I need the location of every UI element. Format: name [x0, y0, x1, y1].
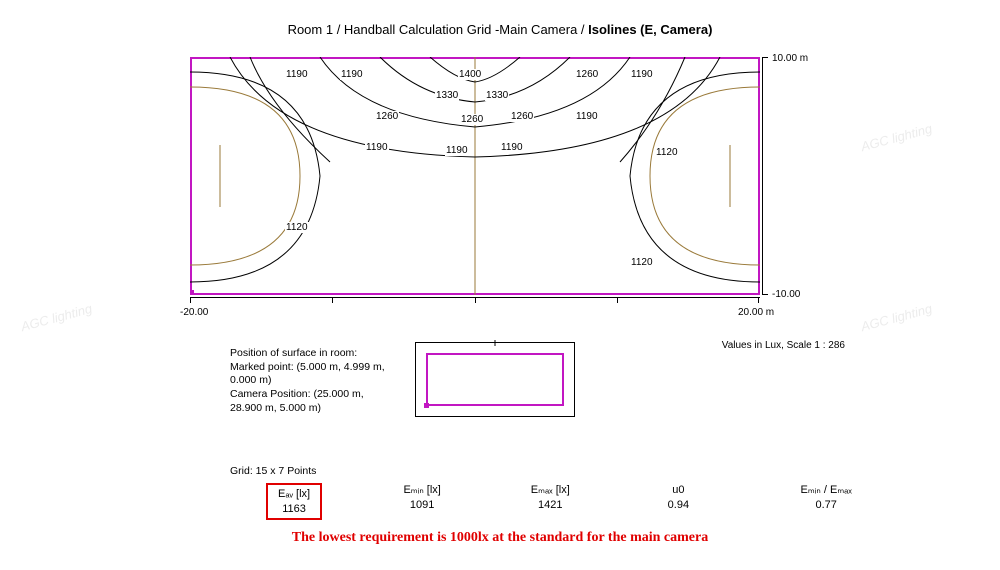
iso-value: 1260	[510, 111, 534, 122]
isoline-chart: 1190 1190 1400 1260 1190 1330 1330 1260 …	[180, 57, 820, 317]
mini-court-boundary	[426, 353, 564, 406]
iso-value: 1190	[500, 142, 524, 153]
summary-u0: u0 0.94	[614, 483, 742, 520]
iso-value: 1330	[435, 90, 459, 101]
y-axis-bottom-label: -10.00	[772, 289, 800, 300]
title-part2: Isolines (E, Camera)	[588, 22, 712, 37]
iso-value: 1190	[340, 69, 364, 80]
iso-value: 1190	[285, 69, 309, 80]
ratio-label: Eₘᵢₙ / Eₘₐₓ	[742, 483, 910, 497]
x-axis-left-label: -20.00	[180, 307, 208, 318]
u0-label: u0	[614, 483, 742, 497]
y-axis-line	[762, 57, 763, 295]
summary-emin: Eₘᵢₙ [lx] 1091	[358, 483, 486, 520]
grid-note: Grid: 15 x 7 Points	[230, 465, 1000, 477]
summary-row: Eₐᵥ [lx] 1163 Eₘᵢₙ [lx] 1091 Eₘₐₓ [lx] 1…	[230, 483, 910, 520]
info-block: Position of surface in room: Marked poin…	[230, 347, 830, 415]
eav-highlight-box: Eₐᵥ [lx] 1163	[266, 483, 322, 520]
mini-marked-point	[424, 403, 429, 408]
iso-value: 1190	[445, 145, 469, 156]
ratio-value: 0.77	[742, 498, 910, 512]
eav-value: 1163	[278, 502, 310, 516]
iso-value: 1330	[485, 90, 509, 101]
footer-requirement-note: The lowest requirement is 1000lx at the …	[0, 530, 1000, 546]
iso-value: 1120	[285, 222, 309, 233]
mini-court-overview	[415, 342, 575, 417]
title-part1: Room 1 / Handball Calculation Grid -Main…	[288, 22, 589, 37]
u0-value: 0.94	[614, 498, 742, 512]
summary-ratio: Eₘᵢₙ / Eₘₐₓ 0.77	[742, 483, 910, 520]
x-axis-line	[190, 297, 760, 298]
iso-value: 1400	[458, 69, 482, 80]
summary-eav: Eₐᵥ [lx] 1163	[230, 483, 358, 520]
iso-value: 1190	[630, 69, 654, 80]
iso-value: 1260	[460, 114, 484, 125]
court-boundary	[190, 57, 760, 295]
watermark: AGC lighting	[859, 121, 933, 154]
emin-value: 1091	[358, 498, 486, 512]
summary-emax: Eₘₐₓ [lx] 1421	[486, 483, 614, 520]
iso-value: 1260	[375, 111, 399, 122]
iso-value: 1120	[655, 147, 679, 158]
emax-label: Eₘₐₓ [lx]	[486, 483, 614, 497]
eav-label: Eₐᵥ [lx]	[278, 487, 310, 501]
x-axis-right-label: 20.00 m	[738, 307, 774, 318]
watermark: AGC lighting	[859, 301, 933, 334]
emax-value: 1421	[486, 498, 614, 512]
y-axis-top-label: 10.00 m	[772, 53, 808, 64]
iso-value: 1260	[575, 69, 599, 80]
iso-value: 1120	[630, 257, 654, 268]
iso-value: 1190	[365, 142, 389, 153]
emin-label: Eₘᵢₙ [lx]	[358, 483, 486, 497]
page-title: Room 1 / Handball Calculation Grid -Main…	[0, 0, 1000, 47]
iso-value: 1190	[575, 111, 599, 122]
mini-top-tick	[495, 340, 496, 346]
watermark: AGC lighting	[19, 301, 93, 334]
